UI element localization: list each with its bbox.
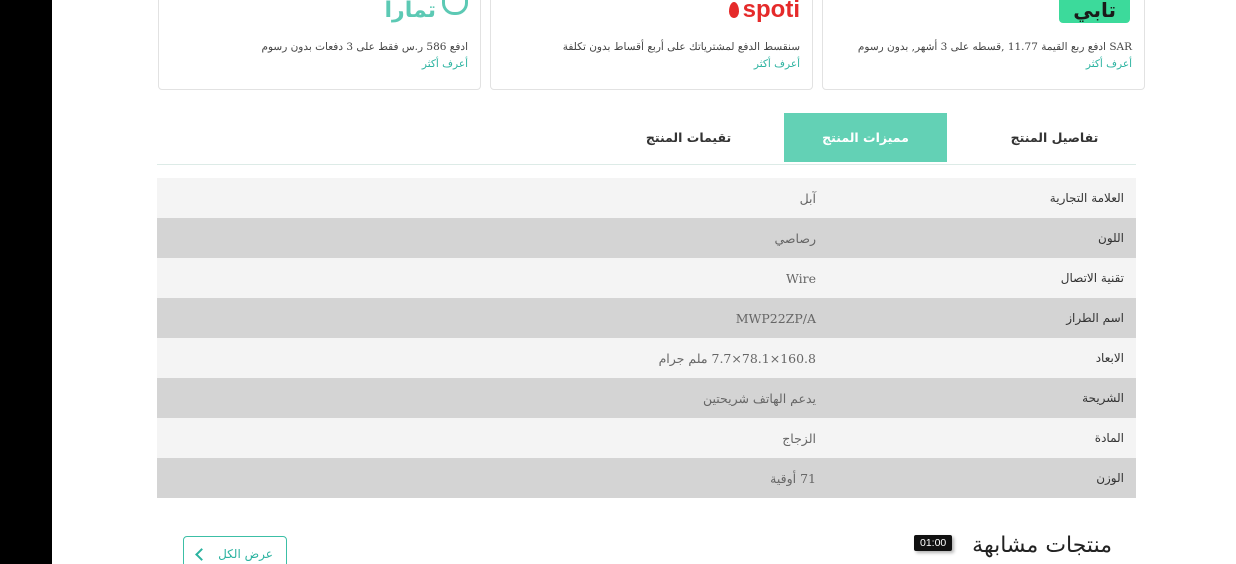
spec-value: آبل bbox=[799, 190, 816, 206]
table-row: تقنية الاتصال Wire bbox=[157, 258, 1136, 298]
spec-value: 71 أوقية bbox=[770, 470, 816, 486]
spec-value: الزجاج bbox=[782, 430, 816, 446]
view-all-button[interactable]: عرض الكل bbox=[183, 536, 287, 564]
product-tabs: تفاصيل المنتج مميزات المنتج تقيمات المنت… bbox=[157, 113, 1136, 165]
table-row: الابعاد 160.8×78.1×7.7 ملم جرام bbox=[157, 338, 1136, 378]
tabs-divider bbox=[157, 164, 1136, 165]
table-row: العلامة التجارية آبل bbox=[157, 178, 1136, 218]
spec-key: اسم الطراز bbox=[1066, 311, 1124, 325]
view-all-label: عرض الكل bbox=[218, 547, 273, 561]
tabby-description: SAR ادفع ربع القيمة 11.77 ,قسطه على 3 أش… bbox=[857, 41, 1132, 53]
table-row: اسم الطراز MWP22ZP/A bbox=[157, 298, 1136, 338]
similar-products-title: منتجات مشابهة bbox=[972, 533, 1112, 558]
tab-product-features[interactable]: مميزات المنتج bbox=[784, 113, 947, 162]
chevron-left-icon bbox=[195, 547, 208, 561]
table-row: اللون رصاصي bbox=[157, 218, 1136, 258]
spoti-description: سنقسط الدفع لمشترياتك على أربع أقساط بدو… bbox=[562, 41, 800, 53]
spec-value: يدعم الهاتف شريحتين bbox=[702, 390, 816, 406]
spec-value: MWP22ZP/A bbox=[735, 310, 816, 326]
table-row: المادة الزجاج bbox=[157, 418, 1136, 458]
video-timer-badge: 01:00 bbox=[914, 535, 953, 551]
spec-key: الوزن bbox=[1096, 471, 1124, 485]
spec-key: اللون bbox=[1098, 231, 1124, 245]
tamara-logo: تمارا bbox=[385, 0, 468, 23]
spec-value: رصاصي bbox=[774, 230, 817, 246]
spec-key: الشريحة bbox=[1082, 391, 1124, 405]
spoti-learn-more-link[interactable]: أعرف أكثر bbox=[754, 58, 800, 70]
tabby-learn-more-link[interactable]: أعرف أكثر bbox=[1086, 58, 1132, 70]
tabby-payment-card: تابي SAR ادفع ربع القيمة 11.77 ,قسطه على… bbox=[822, 0, 1145, 90]
specs-table: العلامة التجارية آبل اللون رصاصي تقنية ا… bbox=[157, 178, 1136, 498]
spoti-logo: spoti bbox=[728, 0, 800, 23]
tamara-learn-more-link[interactable]: أعرف أكثر bbox=[422, 58, 468, 70]
tabby-logo: تابي bbox=[1059, 0, 1130, 23]
spoti-payment-card: spoti سنقسط الدفع لمشترياتك على أربع أقس… bbox=[490, 0, 813, 90]
table-row: الوزن 71 أوقية bbox=[157, 458, 1136, 498]
tamara-description: ادفع 586 ر.س فقط على 3 دفعات بدون رسوم bbox=[261, 41, 468, 53]
product-page: تمارا ادفع 586 ر.س فقط على 3 دفعات بدون … bbox=[52, 0, 1236, 564]
tab-product-details[interactable]: تفاصيل المنتج bbox=[973, 113, 1136, 162]
spec-value: 160.8×78.1×7.7 ملم جرام bbox=[658, 350, 816, 366]
spec-key: العلامة التجارية bbox=[1049, 191, 1124, 205]
tab-product-reviews[interactable]: تقيمات المنتج bbox=[607, 113, 770, 162]
spec-key: المادة bbox=[1094, 431, 1124, 445]
table-row: الشريحة يدعم الهاتف شريحتين bbox=[157, 378, 1136, 418]
spec-key: تقنية الاتصال bbox=[1060, 271, 1124, 285]
spec-key: الابعاد bbox=[1095, 351, 1124, 365]
spec-value: Wire bbox=[786, 270, 816, 286]
tamara-payment-card: تمارا ادفع 586 ر.س فقط على 3 دفعات بدون … bbox=[158, 0, 481, 90]
